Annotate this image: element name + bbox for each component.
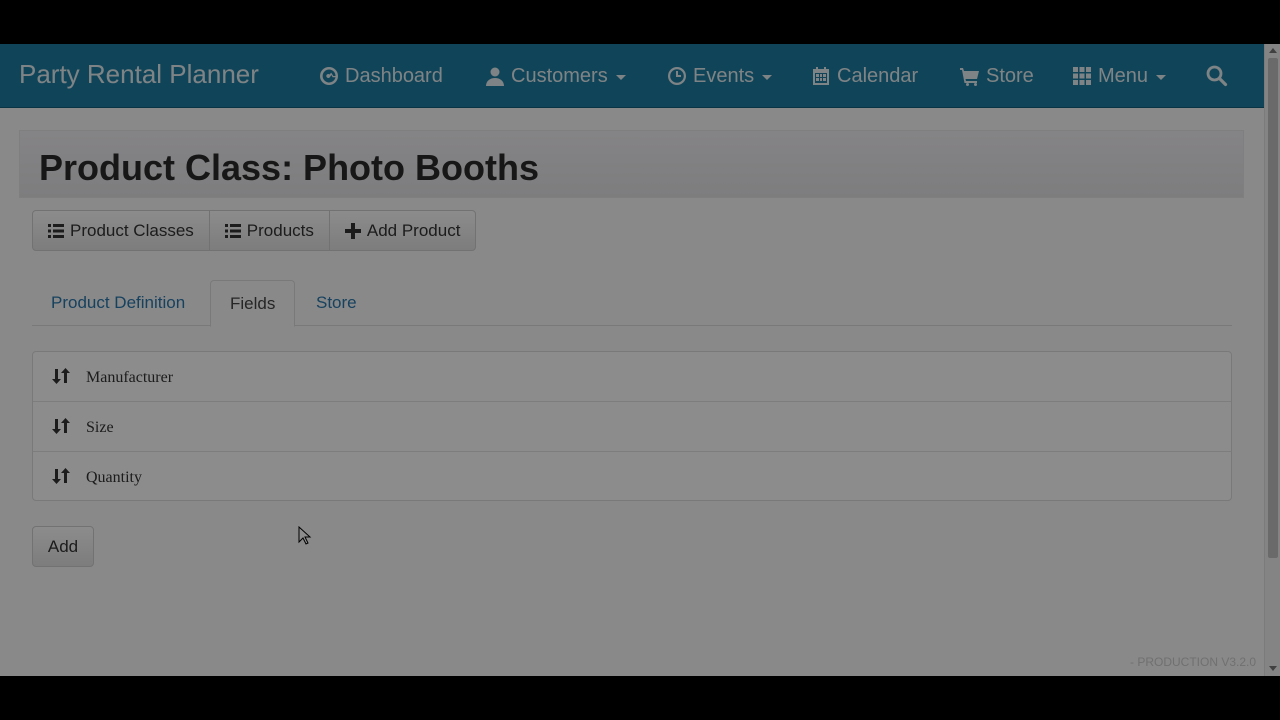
calendar-icon <box>813 67 829 85</box>
page-title: Product Class: Photo Booths <box>39 147 540 188</box>
nav-dashboard-label: Dashboard <box>345 64 443 87</box>
products-button[interactable]: Products <box>210 211 330 250</box>
nav-store[interactable]: Store <box>960 64 1034 88</box>
search-icon[interactable] <box>1205 64 1229 88</box>
scrollbar-thumb[interactable] <box>1268 58 1278 558</box>
brand-title[interactable]: Party Rental Planner <box>19 59 259 90</box>
field-label: Quantity <box>86 469 142 486</box>
mouse-cursor-icon <box>298 526 312 545</box>
grid-icon <box>1073 67 1091 85</box>
user-icon <box>486 67 504 86</box>
field-list: Manufacturer Size Quantity <box>32 351 1232 501</box>
sort-icon[interactable] <box>51 466 71 486</box>
products-label: Products <box>246 220 314 240</box>
nav-menu[interactable]: Menu <box>1072 64 1167 88</box>
field-label: Size <box>86 419 114 436</box>
plus-icon <box>344 222 361 239</box>
list-icon <box>48 223 64 238</box>
nav-customers-label: Customers <box>511 64 608 87</box>
list-item[interactable]: Size <box>33 402 1231 452</box>
top-navbar: Party Rental Planner Dashboard Customers… <box>0 44 1264 108</box>
dashboard-icon <box>320 67 338 85</box>
nav-calendar[interactable]: Calendar <box>811 64 918 88</box>
add-button[interactable]: Add <box>32 526 94 567</box>
list-item[interactable]: Manufacturer <box>33 352 1231 402</box>
scroll-up-icon[interactable] <box>1269 48 1277 53</box>
product-classes-button[interactable]: Product Classes <box>33 211 210 250</box>
chevron-down-icon <box>615 74 626 80</box>
main-content: Product Class: Photo Booths Product Clas… <box>0 108 1264 676</box>
page-header: Product Class: Photo Booths <box>19 130 1244 198</box>
app-window: Party Rental Planner Dashboard Customers… <box>0 44 1280 676</box>
cart-icon <box>960 68 979 86</box>
nav-events-label: Events <box>693 64 755 87</box>
product-classes-label: Product Classes <box>70 220 194 240</box>
nav-store-label: Store <box>986 64 1034 87</box>
add-product-button[interactable]: Add Product <box>330 211 476 250</box>
vertical-scrollbar[interactable] <box>1264 44 1280 676</box>
sort-icon[interactable] <box>51 366 71 386</box>
tab-fields[interactable]: Fields <box>210 280 296 327</box>
version-label: - PRODUCTION V3.2.0 <box>1130 655 1257 669</box>
nav-calendar-label: Calendar <box>837 64 919 87</box>
add-product-label: Add Product <box>366 220 461 240</box>
list-icon <box>224 223 241 238</box>
tab-bar: Product Definition Fields Store <box>32 280 1232 327</box>
nav-events[interactable]: Events <box>667 64 773 88</box>
list-item[interactable]: Quantity <box>33 452 1231 502</box>
clock-icon <box>668 67 686 85</box>
nav-menu-label: Menu <box>1098 64 1149 87</box>
field-label: Manufacturer <box>86 369 174 386</box>
toolbar-button-group: Product Classes Products Add Product <box>32 210 477 251</box>
chevron-down-icon <box>1156 74 1167 80</box>
nav-dashboard[interactable]: Dashboard <box>319 64 443 88</box>
chevron-down-icon <box>762 74 773 80</box>
nav-customers[interactable]: Customers <box>485 64 626 88</box>
scroll-down-icon[interactable] <box>1269 666 1277 671</box>
tab-product-definition[interactable]: Product Definition <box>32 280 204 326</box>
tab-store[interactable]: Store <box>297 280 376 326</box>
sort-icon[interactable] <box>51 416 71 436</box>
